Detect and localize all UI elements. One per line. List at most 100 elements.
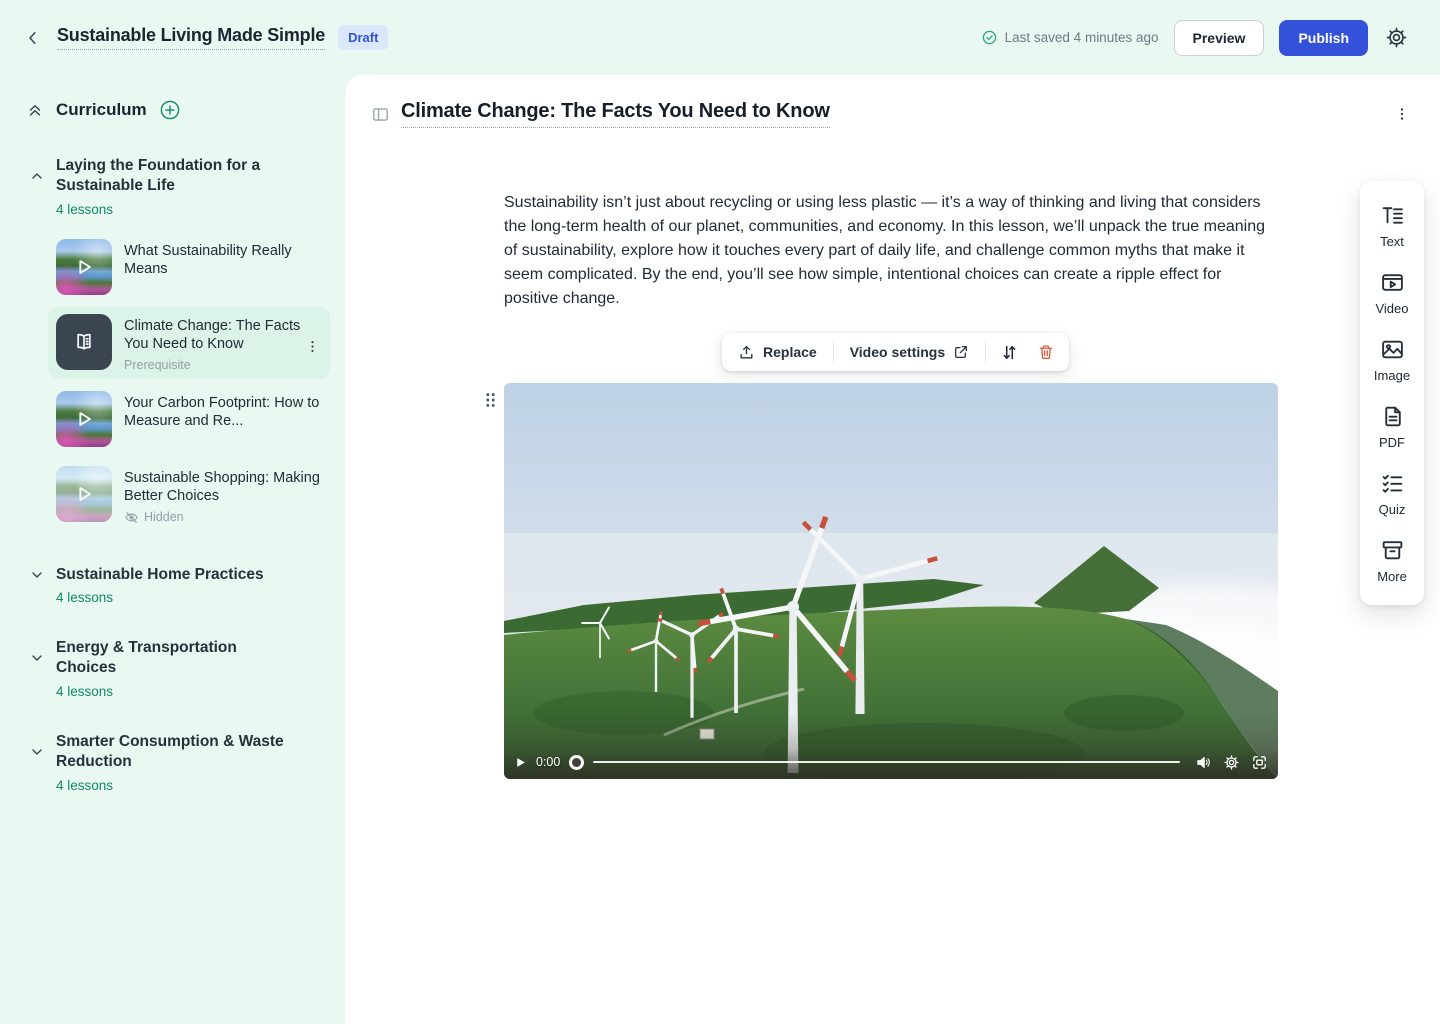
curriculum-section: Energy & Transportation Choices 4 lesson… — [0, 638, 345, 699]
lesson-video-thumbnail — [56, 466, 112, 522]
image-block-icon — [1380, 337, 1405, 362]
section-title[interactable]: Energy & Transportation Choices — [56, 638, 296, 679]
replace-label: Replace — [763, 344, 817, 360]
status-badge: Draft — [338, 25, 388, 50]
chevron-up-icon — [29, 168, 45, 184]
double-chevron-up-icon — [26, 101, 44, 119]
gear-icon — [1223, 754, 1240, 771]
lesson-video-thumbnail — [56, 391, 112, 447]
save-status: Last saved 4 minutes ago — [981, 29, 1159, 46]
palette-item-text[interactable]: Text — [1360, 192, 1424, 259]
pdf-block-icon — [1380, 404, 1405, 429]
lesson-item[interactable]: What Sustainability Really Means — [48, 232, 330, 302]
toggle-sidebar-button[interactable] — [369, 103, 392, 126]
upload-icon — [738, 344, 755, 361]
current-time: 0:00 — [536, 755, 560, 769]
section-lesson-count: 4 lessons — [56, 202, 345, 217]
player-settings-button[interactable] — [1223, 754, 1240, 771]
lesson-title: Your Carbon Footprint: How to Measure an… — [124, 395, 319, 429]
video-block-toolbar: Replace Video settings — [722, 333, 1069, 371]
lesson-item[interactable]: Your Carbon Footprint: How to Measure an… — [48, 384, 330, 454]
chevron-down-icon — [29, 650, 45, 666]
palette-item-label: Image — [1374, 368, 1410, 383]
course-settings-button[interactable] — [1383, 24, 1410, 51]
section-title[interactable]: Sustainable Home Practices — [56, 565, 296, 585]
volume-button[interactable] — [1195, 754, 1212, 771]
block-palette: Text Video Image PDF Quiz More — [1360, 181, 1424, 605]
publish-button[interactable]: Publish — [1279, 20, 1368, 56]
plus-circle-icon — [159, 99, 181, 121]
toolbar-divider — [833, 342, 834, 362]
text-block-icon — [1380, 203, 1405, 228]
video-settings-button[interactable]: Video settings — [840, 336, 979, 368]
section-expand-button[interactable] — [27, 742, 47, 762]
curriculum-section: Smarter Consumption & Waste Reduction 4 … — [0, 732, 345, 793]
top-header: Sustainable Living Made Simple Draft Las… — [0, 0, 1440, 75]
book-open-icon — [71, 329, 97, 355]
block-drag-handle[interactable] — [482, 389, 499, 411]
lesson-page-title[interactable]: Climate Change: The Facts You Need to Kn… — [401, 100, 830, 128]
section-expand-button[interactable] — [27, 648, 47, 668]
palette-item-pdf[interactable]: PDF — [1360, 393, 1424, 460]
quiz-block-icon — [1380, 471, 1405, 496]
video-block-icon — [1380, 270, 1405, 295]
curriculum-title: Curriculum — [56, 100, 147, 120]
lesson-options-button[interactable] — [1390, 102, 1414, 126]
move-block-button[interactable] — [992, 336, 1027, 369]
progress-bar[interactable] — [593, 761, 1180, 763]
lesson-menu-button[interactable] — [303, 337, 322, 356]
trash-icon — [1037, 343, 1055, 361]
gear-icon — [1385, 26, 1408, 49]
play-icon — [56, 466, 112, 522]
section-title[interactable]: Smarter Consumption & Waste Reduction — [56, 732, 296, 773]
lesson-item-hidden[interactable]: Sustainable Shopping: Making Better Choi… — [48, 459, 330, 532]
section-collapse-button[interactable] — [27, 166, 47, 186]
play-icon — [56, 391, 112, 447]
section-expand-button[interactable] — [27, 565, 47, 585]
course-title[interactable]: Sustainable Living Made Simple — [57, 25, 325, 50]
fullscreen-icon — [1251, 754, 1268, 771]
section-title[interactable]: Laying the Foundation for a Sustainable … — [56, 156, 296, 197]
palette-item-label: Quiz — [1379, 502, 1406, 517]
kebab-icon — [305, 339, 320, 354]
save-status-text: Last saved 4 minutes ago — [1005, 30, 1159, 45]
lesson-item-selected[interactable]: Climate Change: The Facts You Need to Kn… — [48, 307, 330, 379]
palette-item-label: Text — [1380, 234, 1404, 249]
chevron-down-icon — [29, 567, 45, 583]
delete-block-button[interactable] — [1029, 336, 1063, 368]
play-icon — [514, 756, 527, 769]
lesson-title: Climate Change: The Facts You Need to Kn… — [124, 318, 300, 352]
curriculum-section: Sustainable Home Practices 4 lessons — [0, 565, 345, 605]
video-frame-windfarm — [504, 383, 1278, 779]
palette-item-video[interactable]: Video — [1360, 259, 1424, 326]
lesson-title: What Sustainability Really Means — [124, 243, 292, 277]
palette-item-more[interactable]: More — [1360, 527, 1424, 594]
lesson-meta-prerequisite: Prerequisite — [124, 358, 322, 372]
chevron-left-icon — [24, 29, 42, 47]
lesson-intro-paragraph[interactable]: Sustainability isn’t just about recyclin… — [504, 191, 1270, 311]
kebab-icon — [1394, 106, 1410, 122]
fullscreen-button[interactable] — [1251, 754, 1268, 771]
more-block-icon — [1380, 538, 1405, 563]
lesson-list: What Sustainability Really Means Climate… — [48, 232, 330, 532]
eye-off-icon — [124, 510, 139, 525]
external-link-icon — [953, 344, 969, 360]
video-player[interactable]: 0:00 — [504, 383, 1278, 779]
back-button[interactable] — [22, 27, 44, 49]
lesson-title: Sustainable Shopping: Making Better Choi… — [124, 470, 320, 504]
arrows-up-down-icon — [1000, 343, 1019, 362]
play-icon — [56, 239, 112, 295]
palette-item-quiz[interactable]: Quiz — [1360, 460, 1424, 527]
scrubber-handle[interactable] — [569, 755, 584, 770]
collapse-all-button[interactable] — [24, 99, 46, 121]
check-circle-icon — [981, 29, 998, 46]
palette-item-image[interactable]: Image — [1360, 326, 1424, 393]
curriculum-section: Laying the Foundation for a Sustainable … — [0, 156, 345, 532]
preview-button[interactable]: Preview — [1174, 20, 1265, 56]
replace-video-button[interactable]: Replace — [728, 336, 827, 369]
play-button[interactable] — [514, 756, 527, 769]
lesson-reading-tile — [56, 314, 112, 370]
section-lesson-count: 4 lessons — [56, 684, 345, 699]
add-section-button[interactable] — [157, 97, 183, 123]
panel-icon — [371, 105, 390, 124]
